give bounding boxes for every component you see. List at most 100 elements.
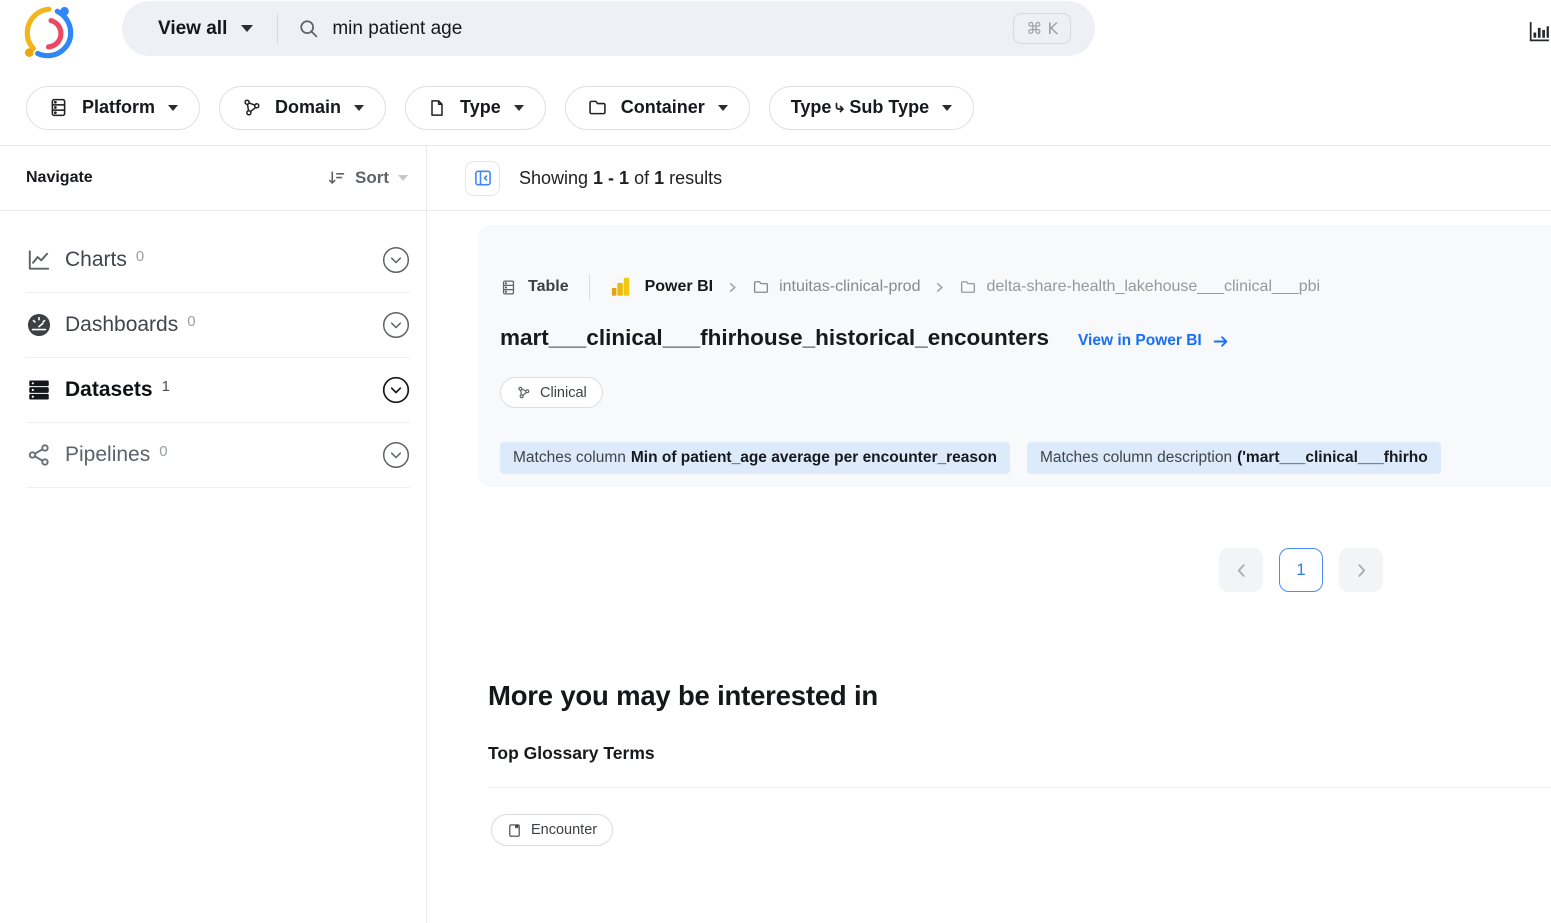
- analytics-bar-chart-icon[interactable]: [1526, 18, 1551, 44]
- subtype-arrow-icon: [834, 102, 846, 114]
- asset-type-label: Table: [528, 278, 569, 296]
- filter-bar: Platform Domain Type Container: [0, 70, 1551, 146]
- match-highlight: ('mart___clinical___fhirho: [1237, 449, 1428, 467]
- pagination-next-button[interactable]: [1339, 548, 1383, 592]
- match-highlight: Min of patient_age average per encounter…: [631, 449, 997, 467]
- glossary-term-icon: [507, 823, 522, 838]
- datasets-stack-icon: [26, 377, 52, 403]
- search-icon: [298, 18, 319, 39]
- sidebar-item-label: Pipelines: [65, 443, 150, 467]
- chevron-down-icon: [514, 105, 524, 111]
- global-search-bar: View all ⌘ K: [122, 1, 1095, 56]
- filter-type-button[interactable]: Type: [405, 86, 546, 130]
- sidebar-header: Navigate Sort: [0, 146, 426, 211]
- expand-chevron-icon[interactable]: [382, 441, 410, 469]
- server-stack-icon: [48, 97, 69, 118]
- sidebar-item-label: Charts: [65, 248, 127, 272]
- view-in-powerbi-link[interactable]: View in Power BI: [1078, 332, 1229, 350]
- dashboard-gauge-icon: [26, 312, 52, 338]
- match-column-chip: Matches column Min of patient_age averag…: [500, 442, 1010, 474]
- glossary-term-encounter[interactable]: Encounter: [491, 814, 613, 846]
- expand-chevron-icon[interactable]: [382, 376, 410, 404]
- expand-chevron-icon[interactable]: [382, 311, 410, 339]
- sidebar-title: Navigate: [26, 169, 93, 187]
- filter-container-button[interactable]: Container: [565, 86, 750, 130]
- chevron-left-icon: [1234, 563, 1249, 578]
- summary-text: of: [634, 168, 649, 189]
- domain-graph-icon: [241, 97, 262, 118]
- collapse-sidebar-icon[interactable]: [465, 161, 500, 196]
- sidebar-item-datasets[interactable]: Datasets 1: [26, 358, 410, 423]
- sidebar-item-label: Dashboards: [65, 313, 178, 337]
- chevron-down-icon: [354, 105, 364, 111]
- breadcrumb-platform[interactable]: Power BI: [610, 276, 713, 298]
- domain-graph-icon: [516, 385, 531, 400]
- result-title-row: mart___clinical___fhirhouse_historical_e…: [500, 325, 1229, 351]
- result-title[interactable]: mart___clinical___fhirhouse_historical_e…: [500, 325, 1049, 351]
- summary-text: results: [669, 168, 722, 189]
- sort-button[interactable]: Sort: [326, 168, 408, 188]
- chevron-down-icon: [398, 175, 408, 181]
- glossary-term-label: Encounter: [531, 822, 597, 838]
- arrow-right-icon: [1212, 333, 1229, 350]
- expand-chevron-icon[interactable]: [382, 246, 410, 274]
- breadcrumb-container-label: delta-share-health_lakehouse___clinical_…: [986, 278, 1320, 296]
- sidebar-item-count: 0: [187, 313, 195, 330]
- filter-label: Type: [460, 97, 501, 118]
- pagination: 1: [1219, 548, 1383, 592]
- sort-label: Sort: [355, 168, 389, 188]
- view-link-label: View in Power BI: [1078, 332, 1202, 350]
- chevron-right-icon: [727, 282, 738, 293]
- sidebar-item-count: 0: [136, 248, 144, 265]
- breadcrumb-divider: [589, 274, 590, 300]
- search-divider: [277, 14, 278, 44]
- match-description-chip: Matches column description ('mart___clin…: [1027, 442, 1441, 474]
- breadcrumb-container-2[interactable]: delta-share-health_lakehouse___clinical_…: [959, 278, 1320, 296]
- folder-icon: [959, 278, 977, 296]
- filter-platform-button[interactable]: Platform: [26, 86, 200, 130]
- sidebar-nav-list: Charts 0: [0, 211, 426, 488]
- sidebar-item-count: 1: [162, 378, 170, 395]
- sidebar-item-pipelines[interactable]: Pipelines 0: [26, 423, 410, 488]
- filter-label: Domain: [275, 97, 341, 118]
- search-scope-dropdown[interactable]: View all: [158, 18, 253, 40]
- app-logo[interactable]: [18, 3, 80, 65]
- search-input[interactable]: [332, 18, 1013, 40]
- filter-label: Container: [621, 97, 705, 118]
- filter-domain-button[interactable]: Domain: [219, 86, 386, 130]
- pagination-prev-button[interactable]: [1219, 548, 1263, 592]
- app-header: View all ⌘ K: [0, 0, 1551, 70]
- breadcrumb-container-label: intuitas-clinical-prod: [779, 278, 920, 296]
- pagination-page-1[interactable]: 1: [1279, 548, 1323, 592]
- chevron-down-icon: [168, 105, 178, 111]
- filter-label-suffix: Sub Type: [849, 97, 929, 118]
- sidebar-item-dashboards[interactable]: Dashboards 0: [26, 293, 410, 358]
- sidebar-item-label: Datasets: [65, 378, 153, 402]
- breadcrumb-container-1[interactable]: intuitas-clinical-prod: [752, 278, 920, 296]
- keyboard-shortcut-badge: ⌘ K: [1013, 13, 1071, 44]
- chevron-right-icon: [1354, 563, 1369, 578]
- summary-total: 1: [654, 168, 664, 189]
- table-icon: [500, 279, 517, 296]
- folder-icon: [752, 278, 770, 296]
- match-prefix: Matches column description: [1040, 449, 1232, 467]
- filter-type-subtype-button[interactable]: Type Sub Type: [769, 86, 974, 130]
- match-prefix: Matches column: [513, 449, 626, 467]
- chevron-down-icon: [241, 25, 253, 32]
- breadcrumb: Table Power BI: [500, 274, 1320, 300]
- search-scope-label: View all: [158, 18, 227, 40]
- match-highlights: Matches column Min of patient_age averag…: [500, 442, 1441, 474]
- sidebar-item-charts[interactable]: Charts 0: [26, 228, 410, 293]
- results-summary: Showing 1 - 1 of 1 results: [519, 168, 722, 189]
- asset-type: Table: [500, 278, 569, 296]
- sort-icon: [326, 168, 346, 188]
- filter-label-prefix: Type: [791, 97, 832, 118]
- summary-text: Showing: [519, 168, 588, 189]
- summary-range: 1 - 1: [593, 168, 629, 189]
- results-header: Showing 1 - 1 of 1 results: [427, 146, 1551, 211]
- powerbi-icon: [610, 276, 632, 298]
- domain-tag-clinical[interactable]: Clinical: [500, 377, 603, 408]
- recommendations-title: More you may be interested in: [488, 680, 878, 712]
- folder-icon: [587, 97, 608, 118]
- result-card: Table Power BI: [478, 225, 1551, 487]
